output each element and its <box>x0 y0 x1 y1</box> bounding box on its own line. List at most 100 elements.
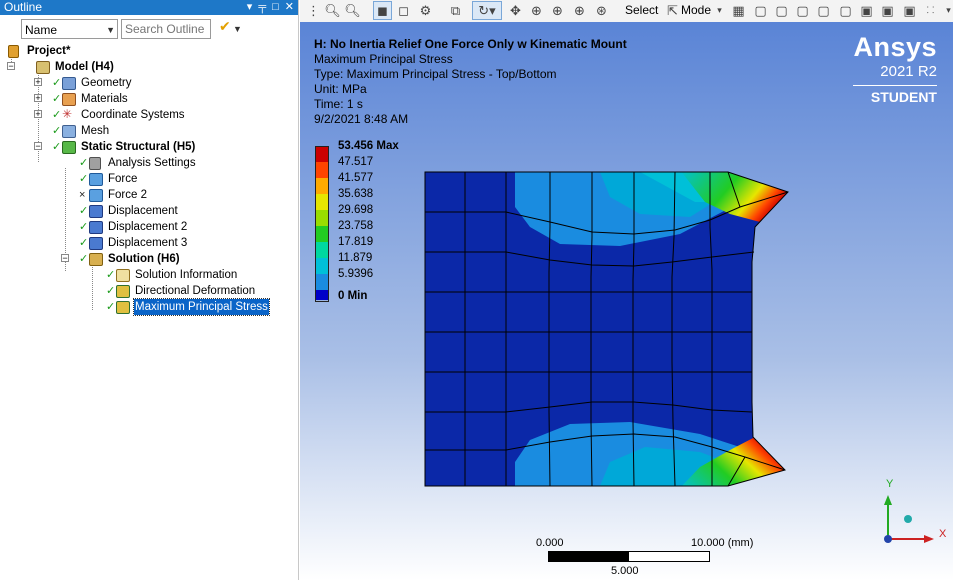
tree-label: Solution Information <box>135 269 238 281</box>
coordinate-systems-icon: ✳ <box>62 107 73 121</box>
graphics-toolbar: ⋮ 🔍︎ 🔍︎ ◼ ◻ ⚙ ⧉ ↻▾ ✥ ⊕ ⊕ ⊕ ⊛ Select ⇱ Mo… <box>300 0 953 22</box>
tree-label: Displacement 2 <box>108 221 188 233</box>
tree-label: Project* <box>27 45 71 57</box>
static-structural-icon <box>62 141 76 154</box>
tree-item-mesh[interactable]: ✓ Mesh <box>0 123 298 139</box>
scale-bar-fill <box>549 552 629 561</box>
expand-icon[interactable]: + <box>34 78 42 87</box>
solution-information-icon <box>116 269 130 282</box>
pan-icon[interactable]: ✥ <box>507 2 524 19</box>
check-icon: ✓ <box>52 141 62 153</box>
tree-label: Directional Deformation <box>135 285 256 297</box>
select-vertex-icon[interactable]: ▢ <box>752 2 769 19</box>
project-icon <box>8 45 19 58</box>
check-icon: ✓ <box>79 253 89 265</box>
pin-icon[interactable]: ╤ <box>258 0 266 15</box>
zoom-out-icon[interactable]: 🔍︎ <box>344 2 361 19</box>
tree-label: Mesh <box>81 125 110 137</box>
outline-title: Outline <box>4 0 43 14</box>
maximize-icon[interactable]: □ <box>272 0 279 15</box>
select-body-icon[interactable]: ▢ <box>815 2 832 19</box>
analysis-settings-icon <box>89 157 101 170</box>
mode-button[interactable]: Mode <box>681 2 711 19</box>
collapse-icon[interactable]: − <box>34 142 42 151</box>
model-icon <box>36 61 50 74</box>
stress-contour-model[interactable] <box>300 22 953 580</box>
shaded-exterior-icon[interactable]: ◼ <box>373 1 392 20</box>
tree-label: Analysis Settings <box>108 157 196 169</box>
tree-item-static-structural[interactable]: − ✓ Static Structural (H5) <box>0 139 298 155</box>
expand-icon[interactable]: + <box>34 94 42 103</box>
expand-icon[interactable]: + <box>34 110 42 119</box>
tree-item-displacement-3[interactable]: ✓ Displacement 3 <box>0 235 298 251</box>
tree-item-geometry[interactable]: + ✓ Geometry <box>0 75 298 91</box>
tree-item-project[interactable]: Project* <box>0 43 298 59</box>
rotate-icon[interactable]: ↻▾ <box>472 1 502 20</box>
tree-item-displacement[interactable]: ✓ Displacement <box>0 203 298 219</box>
expand-options-button[interactable]: ✔ ▼ <box>215 18 243 40</box>
collapse-icon[interactable]: − <box>7 62 15 71</box>
zoom-icon[interactable]: ⊕ <box>528 2 545 19</box>
tree-item-solution-information[interactable]: ✓ Solution Information <box>0 267 298 283</box>
tree-item-coordinate-systems[interactable]: + ✓ ✳ Coordinate Systems <box>0 107 298 123</box>
check-icon: ✓ <box>79 173 89 185</box>
magnifier-icon[interactable]: ⊛ <box>593 2 610 19</box>
solution-icon <box>89 253 103 266</box>
search-outline-input[interactable] <box>121 19 211 39</box>
scale-label-mid: 5.000 <box>611 565 639 577</box>
select-mesh-icon[interactable]: ▦ <box>730 2 747 19</box>
result-icon <box>116 285 130 298</box>
tree-item-materials[interactable]: + ✓ Materials <box>0 91 298 107</box>
zoom-fit-icon[interactable]: ⊕ <box>549 2 566 19</box>
scale-label-right: 10.000 (mm) <box>691 537 754 549</box>
check-icon: ✓ <box>106 269 116 281</box>
select-button[interactable]: Select <box>625 2 658 19</box>
suppressed-icon: × <box>79 189 86 201</box>
filter-select[interactable]: Name ▼ <box>21 19 118 39</box>
tree-label: Displacement <box>108 205 178 217</box>
tree-item-force-2[interactable]: × Force 2 <box>0 187 298 203</box>
tree-label: Geometry <box>81 77 132 89</box>
tree-label: Static Structural (H5) <box>81 141 196 153</box>
box-zoom-icon[interactable]: ⧉ <box>447 2 464 19</box>
tree-label: Maximum Principal Stress <box>133 298 270 316</box>
check-icon: ✓ <box>52 93 62 105</box>
dropdown-icon[interactable]: ▾ <box>247 0 253 15</box>
outline-panel: Outline ▾ ╤ □ ✕ Name ▼ ✔ ▼ Project* <box>0 0 299 580</box>
triad-y-label: Y <box>886 478 894 490</box>
graphics-viewport[interactable]: H: No Inertia Relief One Force Only w Ki… <box>300 22 953 580</box>
scale-bar-frame <box>548 551 710 562</box>
tree-item-solution[interactable]: − ✓ Solution (H6) <box>0 251 298 267</box>
chevron-down-icon: ▼ <box>106 25 115 35</box>
wireframe-icon[interactable]: ◻ <box>395 2 412 19</box>
toolbar-overflow-icon[interactable]: ▾ <box>940 2 953 19</box>
filter-select-value: Name <box>25 23 58 37</box>
select-face-icon[interactable]: ▢ <box>794 2 811 19</box>
select-edge-icon[interactable]: ▢ <box>773 2 790 19</box>
tree-label: Force 2 <box>108 189 147 201</box>
select-element-icon[interactable]: ▣ <box>879 2 896 19</box>
close-icon[interactable]: ✕ <box>285 0 294 15</box>
select-node-icon[interactable]: ▢ <box>837 2 854 19</box>
select-all-icon[interactable]: ▣ <box>901 2 918 19</box>
show-vertices-icon[interactable]: ⚙ <box>417 2 434 19</box>
tree-item-directional-deformation[interactable]: ✓ Directional Deformation <box>0 283 298 299</box>
collapse-icon[interactable]: − <box>61 254 69 263</box>
dropdown-arrow-icon: ▼ <box>233 24 242 34</box>
tree-item-model[interactable]: − Model (H4) <box>0 59 298 75</box>
triad-x-label: X <box>939 528 947 540</box>
zoom-in-icon[interactable]: 🔍︎ <box>324 2 341 19</box>
chevron-down-icon: ✔ <box>219 18 231 34</box>
scale-label-left: 0.000 <box>536 537 564 549</box>
chevron-down-icon[interactable]: ▾ <box>711 2 728 19</box>
coordinate-icon[interactable]: ⸬ <box>922 2 939 19</box>
displacement-icon <box>89 221 103 234</box>
tree-item-maximum-principal-stress[interactable]: ✓ Maximum Principal Stress <box>0 298 298 316</box>
tree-item-force[interactable]: ✓ Force <box>0 171 298 187</box>
select-cursor-icon[interactable]: ⇱ <box>664 2 681 19</box>
check-icon: ✓ <box>52 109 62 121</box>
tree-item-analysis-settings[interactable]: ✓ Analysis Settings <box>0 155 298 171</box>
zoom-box-icon[interactable]: ⊕ <box>571 2 588 19</box>
tree-item-displacement-2[interactable]: ✓ Displacement 2 <box>0 219 298 235</box>
select-element-face-icon[interactable]: ▣ <box>858 2 875 19</box>
